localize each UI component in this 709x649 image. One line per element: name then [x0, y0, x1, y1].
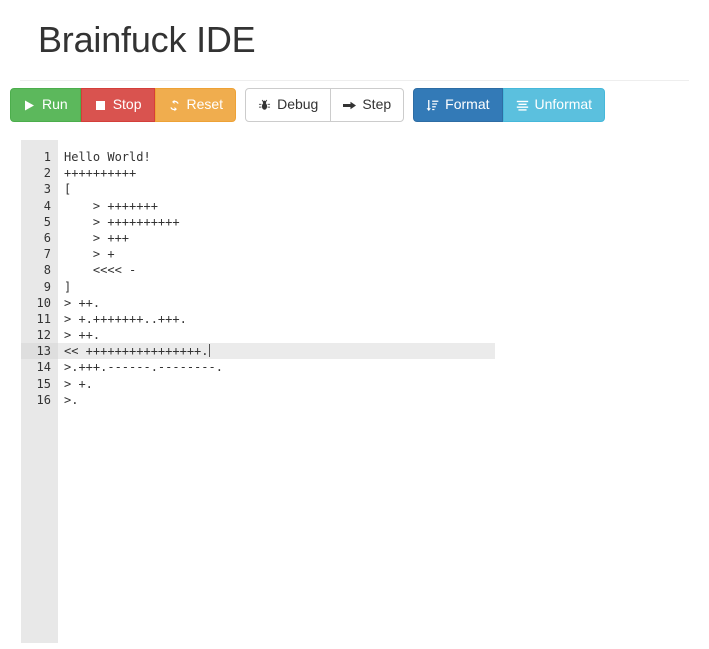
app-root: Brainfuck IDE Run Stop Reset Debug Step … [0, 0, 709, 649]
line-number: 14 [21, 359, 58, 376]
code-lines[interactable]: 1 Hello World! 2 ++++++++++ 3[4 > +++++++ 5 >… [21, 149, 681, 408]
reset-button-label: Reset [186, 96, 224, 113]
debug-button[interactable]: Debug [245, 88, 332, 122]
code-line[interactable]: 6 > +++ [21, 229, 681, 247]
line-number: 4 [21, 197, 58, 214]
code-line[interactable]: 4 > +++++++ [21, 197, 681, 214]
reset-button[interactable]: Reset [154, 88, 237, 122]
code-text[interactable]: > + [58, 246, 115, 262]
play-icon [23, 99, 36, 112]
code-text[interactable]: > +. [58, 376, 93, 392]
step-button[interactable]: Step [330, 88, 405, 122]
code-line[interactable]: 5 > ++++++++++ [21, 213, 681, 230]
line-number: 3 [21, 181, 58, 198]
code-line[interactable]: 1 Hello World! [21, 149, 681, 166]
code-text[interactable]: ] [58, 279, 71, 295]
code-text[interactable]: << ++++++++++++++++. [58, 343, 210, 359]
code-line[interactable]: 9] [21, 278, 681, 295]
code-line[interactable]: 10 > ++. [21, 294, 681, 311]
step-button-label: Step [362, 96, 392, 113]
code-line[interactable]: 15 > +. [21, 375, 681, 392]
code-text[interactable]: >. [58, 392, 78, 408]
toolbar: Run Stop Reset Debug Step Format Unforma… [10, 88, 614, 122]
code-text[interactable]: > +++++++ [58, 198, 158, 214]
code-text[interactable]: > ++++++++++ [58, 214, 180, 230]
code-text[interactable]: <<<< - [58, 262, 136, 278]
debug-controls-group: Debug Step [245, 88, 405, 122]
line-number: 16 [21, 391, 58, 408]
code-text[interactable]: > +.+++++++..+++. [58, 311, 187, 327]
code-line[interactable]: 16 >. [21, 391, 681, 408]
arrow-right-icon [343, 99, 357, 112]
code-text[interactable]: >.+++.------.--------. [58, 359, 223, 375]
line-number: 12 [21, 327, 58, 344]
text-caret [208, 344, 210, 358]
code-line[interactable]: 2 ++++++++++ [21, 165, 681, 182]
line-number: 13 [21, 343, 58, 360]
line-number: 2 [21, 165, 58, 182]
unformat-button-label: Unformat [534, 96, 593, 113]
code-text[interactable]: > ++. [58, 327, 100, 343]
run-button[interactable]: Run [10, 88, 81, 122]
page-header: Brainfuck IDE [0, 0, 709, 81]
line-number: 8 [21, 262, 58, 279]
code-text[interactable]: > +++ [58, 230, 129, 246]
code-text[interactable]: Hello World! [58, 149, 151, 165]
code-line[interactable]: 11 > +.+++++++..+++. [21, 310, 681, 328]
header-divider [20, 80, 689, 81]
line-number: 7 [21, 246, 58, 263]
code-text[interactable]: [ [58, 181, 71, 197]
line-number: 9 [21, 278, 58, 295]
line-number: 6 [21, 229, 58, 247]
code-line[interactable]: 14 >.+++.------.--------. [21, 359, 681, 376]
page-title: Brainfuck IDE [38, 19, 256, 60]
debug-button-label: Debug [277, 96, 319, 113]
line-number: 1 [21, 149, 58, 166]
unformat-button[interactable]: Unformat [502, 88, 606, 122]
stop-button[interactable]: Stop [80, 88, 155, 122]
format-button[interactable]: Format [413, 88, 503, 122]
run-button-label: Run [42, 96, 68, 113]
code-line[interactable]: 3[ [21, 181, 681, 198]
line-number: 10 [21, 294, 58, 311]
code-text[interactable]: > ++. [58, 295, 100, 311]
line-number: 15 [21, 375, 58, 392]
code-line[interactable]: 12 > ++. [21, 327, 681, 344]
bug-icon [258, 99, 271, 112]
code-editor[interactable]: 1 Hello World! 2 ++++++++++ 3[4 > +++++++ 5 >… [21, 140, 681, 643]
code-line[interactable]: 7 > + [21, 246, 681, 263]
line-number: 5 [21, 213, 58, 230]
line-number: 11 [21, 310, 58, 328]
stop-icon [94, 99, 107, 112]
stop-button-label: Stop [112, 96, 142, 113]
code-line[interactable]: 8 <<<< - [21, 262, 681, 279]
code-line[interactable]: 13 << ++++++++++++++++. [21, 343, 681, 360]
execution-controls-group: Run Stop Reset [10, 88, 237, 122]
code-text[interactable]: ++++++++++ [58, 165, 136, 181]
format-controls-group: Format Unformat [413, 88, 606, 122]
align-justify-icon [516, 99, 529, 112]
format-button-label: Format [445, 96, 490, 113]
sort-amount-icon [426, 99, 439, 112]
refresh-icon [168, 99, 181, 112]
